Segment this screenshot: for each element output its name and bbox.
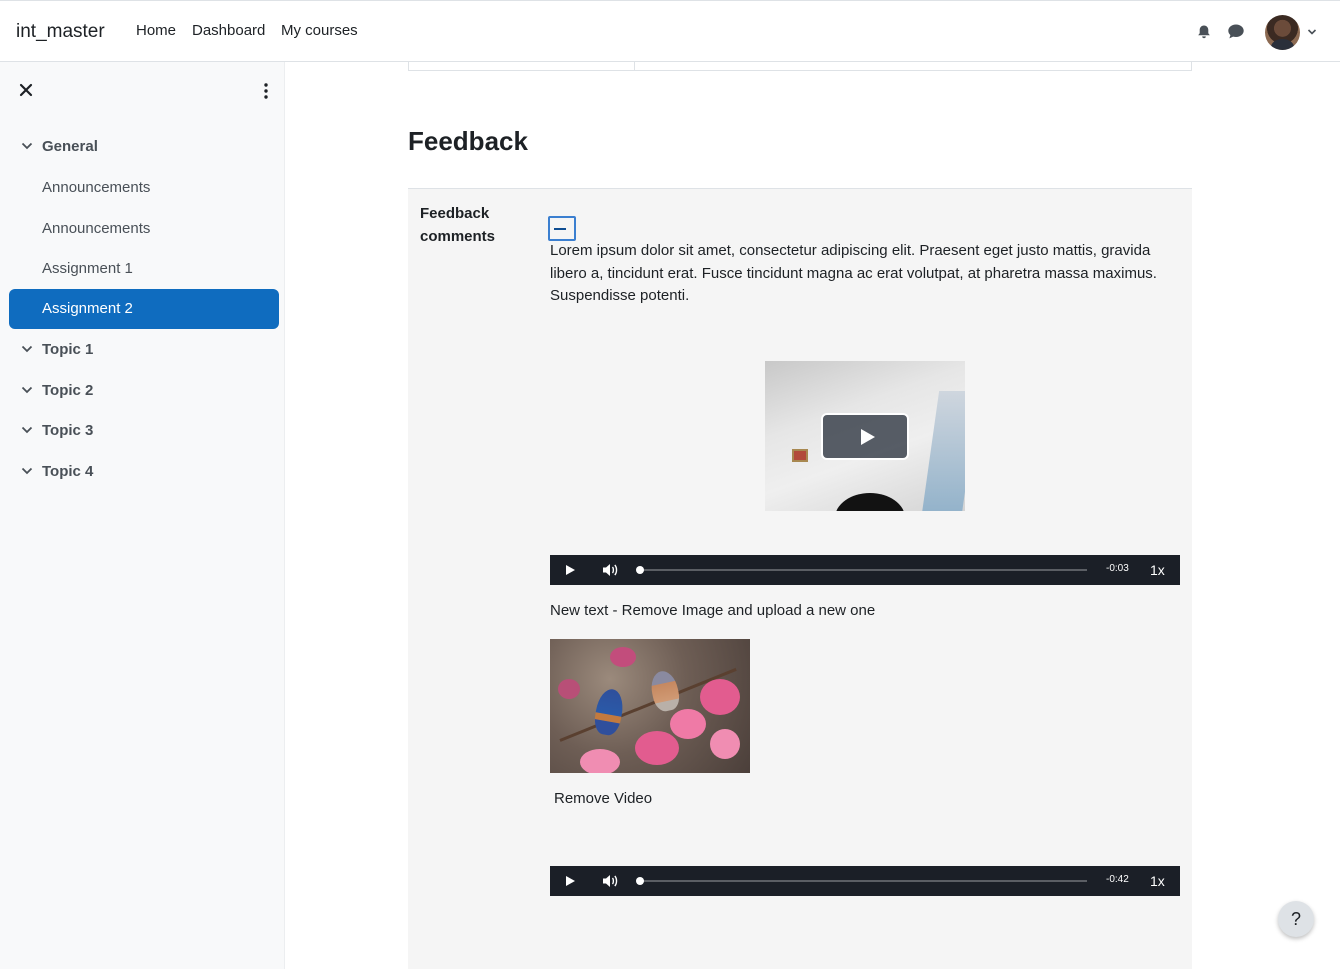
- play-icon[interactable]: [566, 565, 575, 575]
- video-player[interactable]: [765, 361, 965, 511]
- video-poster-wall: [920, 391, 965, 511]
- image-blossom: [580, 749, 620, 773]
- collapse-feedback-button[interactable]: [548, 216, 576, 241]
- image-blossom: [635, 731, 679, 765]
- feedback-heading: Feedback: [408, 126, 528, 156]
- section-label: General: [42, 138, 98, 155]
- course-section-topic-2[interactable]: Topic 2: [9, 371, 279, 411]
- seek-track[interactable]: [638, 880, 1087, 882]
- user-avatar[interactable]: [1265, 15, 1300, 50]
- chat-icon[interactable]: [1227, 23, 1245, 40]
- birds-image: [550, 639, 750, 773]
- submission-status-table: [408, 62, 1192, 71]
- chevron-down-icon[interactable]: [21, 426, 33, 434]
- close-icon[interactable]: [18, 82, 34, 98]
- video-poster-head: [835, 493, 905, 511]
- seek-track[interactable]: [638, 569, 1087, 571]
- section-label: Topic 2: [42, 382, 94, 399]
- course-activity-assignment-2[interactable]: Assignment 2: [9, 289, 279, 329]
- image-blossom: [610, 647, 636, 667]
- image-blossom: [558, 679, 580, 699]
- nav-link-dashboard[interactable]: Dashboard: [192, 22, 265, 39]
- site-brand[interactable]: int_master: [16, 21, 105, 43]
- remaining-time: -0:42: [1106, 874, 1129, 885]
- seek-handle[interactable]: [636, 566, 644, 574]
- play-icon[interactable]: [566, 876, 575, 886]
- feedback-comments-label: Feedback comments: [420, 205, 496, 245]
- course-index-drawer: General Announcements Announcements Assi…: [0, 62, 285, 969]
- help-button[interactable]: ?: [1278, 901, 1314, 937]
- activity-label: Assignment 2: [42, 300, 133, 317]
- playback-rate-button[interactable]: 1x: [1150, 562, 1165, 578]
- new-text-paragraph: New text - Remove Image and upload a new…: [550, 602, 876, 619]
- course-activity-announcements[interactable]: Announcements: [9, 168, 279, 208]
- image-blossom: [670, 709, 706, 739]
- remove-video-paragraph: Remove Video: [554, 790, 653, 807]
- section-label: Topic 1: [42, 341, 94, 358]
- image-bird-blue: [592, 687, 626, 737]
- course-activity-assignment-1[interactable]: Assignment 1: [9, 249, 279, 289]
- volume-icon[interactable]: [601, 873, 619, 889]
- chevron-down-icon[interactable]: [21, 345, 33, 353]
- chevron-down-icon[interactable]: [21, 467, 33, 475]
- feedback-paragraph: Lorem ipsum dolor sit amet, consectetur …: [550, 242, 1157, 304]
- course-section-topic-1[interactable]: Topic 1: [9, 330, 279, 370]
- playback-rate-button[interactable]: 1x: [1150, 873, 1165, 889]
- chevron-down-icon[interactable]: [21, 142, 33, 150]
- big-play-button[interactable]: [821, 413, 909, 460]
- feedback-panel: Feedback comments Lorem ipsum dolor sit …: [408, 188, 1192, 969]
- image-blossom: [700, 679, 740, 715]
- kebab-menu-icon[interactable]: [262, 82, 270, 100]
- volume-icon[interactable]: [601, 562, 619, 578]
- course-section-general[interactable]: General: [9, 127, 279, 167]
- section-label: Topic 3: [42, 422, 94, 439]
- course-activity-announcements-2[interactable]: Announcements: [9, 209, 279, 249]
- section-label: Topic 4: [42, 463, 94, 480]
- top-navbar: int_master Home Dashboard My courses: [0, 0, 1340, 62]
- audio-player-1: -0:03 1x: [550, 555, 1180, 585]
- main-region: Feedback Feedback comments Lorem ipsum d…: [285, 62, 1340, 969]
- nav-link-home[interactable]: Home: [136, 22, 176, 39]
- remaining-time: -0:03: [1106, 563, 1129, 574]
- nav-link-my-courses[interactable]: My courses: [281, 22, 358, 39]
- activity-label: Assignment 1: [42, 260, 133, 277]
- chevron-down-icon[interactable]: [21, 386, 33, 394]
- bell-icon[interactable]: [1196, 24, 1212, 40]
- course-section-topic-3[interactable]: Topic 3: [9, 411, 279, 451]
- image-bird-brown: [648, 668, 682, 714]
- seek-handle[interactable]: [636, 877, 644, 885]
- chevron-down-icon[interactable]: [1307, 28, 1317, 36]
- image-blossom: [710, 729, 740, 759]
- audio-player-2: -0:42 1x: [550, 866, 1180, 896]
- activity-label: Announcements: [42, 220, 151, 237]
- course-section-topic-4[interactable]: Topic 4: [9, 452, 279, 492]
- activity-label: Announcements: [42, 179, 151, 196]
- video-poster-frame: [792, 449, 808, 462]
